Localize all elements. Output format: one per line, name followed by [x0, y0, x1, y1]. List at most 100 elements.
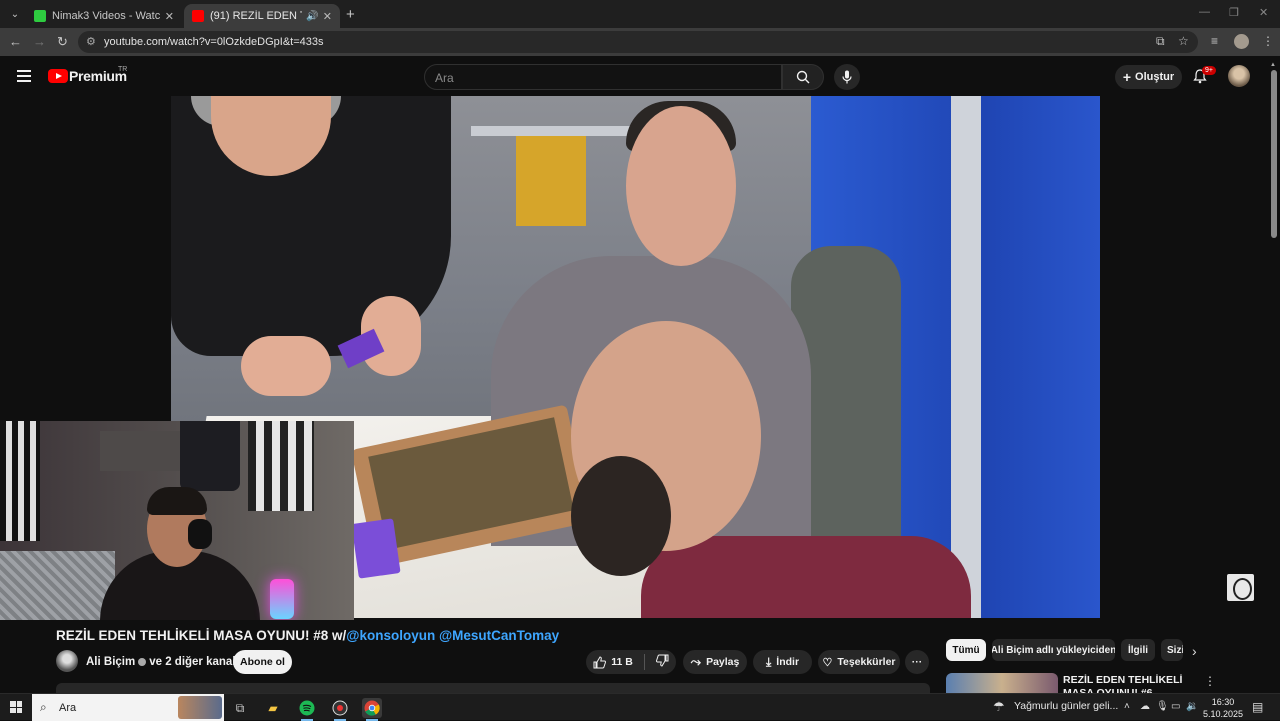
tab-title: Nimak3 Videos - Watch On-Demand — [52, 10, 161, 22]
chip-all[interactable]: Tümü — [946, 639, 986, 661]
mention-link[interactable]: @konsoloyun — [346, 628, 435, 643]
address-bar[interactable]: ⚙ youtube.com/watch?v=0lOzkdeDGpI&t=433s — [78, 31, 1198, 53]
video-title: REZİL EDEN TEHLİKELİ MASA OYUNU! #8 w/@k… — [56, 628, 559, 643]
tab-close-icon[interactable]: ✕ — [165, 10, 174, 23]
thanks-button[interactable]: ♡ Teşekkürler — [818, 650, 900, 674]
nimak3-favicon-icon — [34, 10, 46, 22]
spotify-icon[interactable] — [297, 698, 317, 721]
search-input[interactable]: Ara — [424, 64, 782, 90]
restore-icon[interactable]: ❐ — [1229, 6, 1239, 19]
facecam-flag — [0, 421, 40, 541]
youtube-favicon-icon — [192, 10, 204, 22]
microphone-icon — [842, 70, 852, 84]
browser-menu-icon[interactable]: ⋮ — [1262, 34, 1274, 48]
video-title-text: REZİL EDEN TEHLİKELİ MASA OYUNU! #8 w/ — [56, 628, 347, 643]
windows-taskbar: ⌕ Ara ⧉ ▰ ☂ Yağmurlu günler geli... ˄ ☁ … — [0, 693, 1280, 721]
related-video-thumbnail[interactable] — [946, 673, 1058, 693]
facecam-overlay — [0, 421, 354, 620]
media-control-icon[interactable]: ≡ — [1211, 34, 1218, 48]
notification-badge: 9+ — [1202, 66, 1216, 75]
youtube-logo-icon[interactable] — [48, 69, 68, 83]
cloud-icon[interactable]: ☁ — [1140, 701, 1150, 712]
channel-avatar[interactable] — [56, 650, 78, 672]
channel-name-line[interactable]: Ali Biçim ve 2 diğer kanal — [86, 656, 236, 668]
chip-for-you[interactable]: Sizin için — [1161, 639, 1183, 661]
rgb-lamp — [270, 579, 294, 619]
description-box[interactable] — [56, 683, 930, 693]
dislike-button[interactable] — [655, 654, 669, 670]
more-actions-button[interactable]: ··· — [905, 650, 929, 674]
menu-icon[interactable] — [17, 70, 31, 85]
like-button[interactable]: 11 B — [593, 655, 633, 669]
back-icon[interactable]: ← — [9, 34, 22, 49]
thumbs-up-icon — [593, 655, 607, 668]
tab-close-icon[interactable]: ✕ — [323, 10, 332, 23]
weather-widget[interactable]: Yağmurlu günler geli... — [1014, 700, 1118, 712]
country-code: TR — [118, 66, 128, 73]
profile-avatar[interactable] — [1234, 34, 1249, 49]
file-explorer-icon[interactable]: ▰ — [263, 698, 283, 718]
like-count: 11 B — [611, 656, 633, 668]
chevron-up-icon[interactable]: ˄ — [1124, 701, 1130, 712]
microphone-icon[interactable]: 🎙 — [1156, 701, 1169, 712]
channel-watermark-icon[interactable] — [1227, 574, 1254, 601]
voice-search-button[interactable] — [834, 64, 860, 90]
task-view-icon[interactable]: ⧉ — [230, 698, 250, 718]
facecam-bed — [0, 551, 115, 620]
channel-name[interactable]: Ali Biçim — [86, 656, 135, 668]
account-avatar[interactable] — [1228, 65, 1250, 87]
windows-start-icon[interactable] — [10, 701, 22, 713]
chevron-right-icon[interactable]: › — [1192, 643, 1197, 659]
browser-tab-youtube[interactable]: (91) REZİL EDEN TEHLİKELİ MASA OYUNU! #8… — [184, 4, 340, 28]
scroll-up-arrow-icon[interactable]: ▲ — [1270, 62, 1276, 68]
search-icon — [796, 70, 810, 84]
chip-from-uploader[interactable]: Ali Biçim adlı yükleyiciden — [992, 639, 1115, 661]
tab-title: (91) REZİL EDEN TEHLİKELİ MASA OYUNU! #8… — [210, 10, 302, 22]
subscribe-button[interactable]: Abone ol — [233, 650, 292, 674]
facecam-jersey — [248, 421, 314, 511]
page-scrollbar[interactable] — [1271, 70, 1277, 238]
mention-link[interactable]: @MesutCanTomay — [439, 628, 559, 643]
like-dislike-group: 11 B — [586, 650, 676, 674]
forward-icon[interactable]: → — [33, 34, 46, 49]
search-highlight-art — [178, 696, 222, 719]
minimize-icon[interactable]: — — [1199, 6, 1210, 18]
verified-icon — [138, 658, 147, 666]
video-yellow-panel — [516, 136, 586, 226]
taskbar-search-placeholder: Ara — [59, 702, 77, 714]
weather-rain-icon[interactable]: ☂ — [993, 699, 1005, 715]
youtube-header: Premium TR Ara + Oluştur 9+ — [0, 56, 1280, 96]
network-icon[interactable]: ▭ — [1171, 701, 1180, 712]
clock-date: 5.10.2025 — [1202, 709, 1244, 719]
video-person-beard — [571, 456, 671, 576]
clock-time: 16:30 — [1211, 697, 1235, 707]
reload-icon[interactable]: ↻ — [57, 34, 68, 50]
share-button[interactable]: ⤳ Paylaş — [683, 650, 747, 674]
chrome-icon[interactable] — [362, 698, 382, 721]
facecam-person-hair — [147, 487, 207, 515]
headset-icon — [188, 519, 212, 549]
recorder-app-icon[interactable] — [330, 698, 350, 721]
new-tab-button[interactable]: + — [346, 6, 355, 23]
browser-tab-nimak3[interactable]: Nimak3 Videos - Watch On-Demand ✕ — [26, 4, 182, 28]
download-icon: ⤓ — [765, 654, 772, 669]
download-button[interactable]: ⤓ İndir — [753, 650, 812, 674]
create-button[interactable]: + Oluştur — [1115, 65, 1182, 89]
chip-related[interactable]: İlgili — [1121, 639, 1155, 661]
speaker-icon[interactable]: 🔊 — [306, 11, 318, 22]
collab-channels[interactable]: ve 2 diğer kanal — [149, 656, 235, 668]
create-label: Oluştur — [1135, 71, 1175, 83]
volume-icon[interactable]: 🔉 — [1186, 701, 1198, 712]
video-wall-divider — [951, 96, 981, 618]
bookmark-star-icon[interactable]: ☆ — [1178, 34, 1189, 48]
facecam-jersey — [180, 421, 240, 491]
close-window-icon[interactable]: ✕ — [1259, 6, 1268, 19]
install-app-icon[interactable]: ⧉ — [1156, 34, 1165, 49]
search-button[interactable] — [782, 64, 824, 90]
site-info-icon[interactable]: ⚙ — [86, 35, 96, 48]
taskbar-clock[interactable]: 16:30 5.10.2025 — [1200, 696, 1246, 720]
search-icon: ⌕ — [40, 700, 47, 714]
notification-center-icon[interactable]: ▤ — [1252, 700, 1263, 714]
related-more-icon[interactable]: ⋮ — [1204, 674, 1216, 688]
tab-search-button[interactable]: ⌄ — [6, 5, 24, 23]
